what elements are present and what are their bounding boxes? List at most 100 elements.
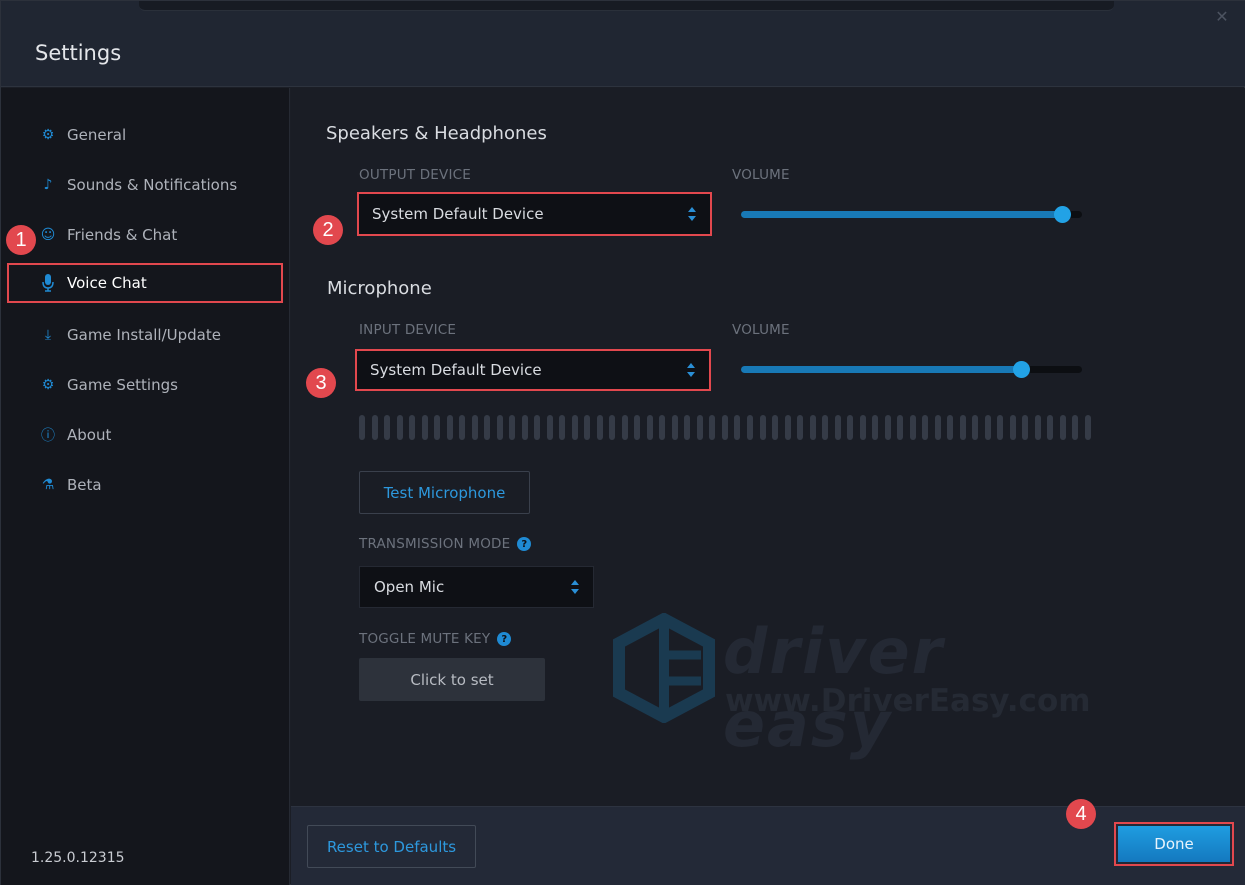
meter-bar <box>434 415 441 440</box>
slider-fill <box>741 366 1021 373</box>
meter-bar <box>1072 415 1079 440</box>
meter-bar <box>822 415 829 440</box>
meter-bar <box>797 415 804 440</box>
meter-bar <box>834 415 841 440</box>
title-bar: Settings ✕ <box>1 1 1245 87</box>
watermark-url: www.DriverEasy.com <box>725 683 1091 719</box>
sidebar: ⚙ General ♪ Sounds & Notifications ☺ Fri… <box>1 88 290 885</box>
meter-bar <box>471 415 478 440</box>
meter-bar <box>1022 415 1029 440</box>
meter-bar <box>559 415 566 440</box>
step-badge-3: 3 <box>306 368 336 398</box>
microphone-icon <box>39 274 57 292</box>
transmission-mode-text: TRANSMISSION MODE <box>359 536 511 552</box>
sidebar-item-beta[interactable]: ⚗ Beta <box>7 465 283 505</box>
speaker-volume-label: VOLUME <box>732 167 790 183</box>
meter-bar <box>571 415 578 440</box>
sidebar-item-friends-chat[interactable]: ☺ Friends & Chat <box>7 215 283 255</box>
meter-bar <box>359 415 365 440</box>
meter-bar <box>884 415 891 440</box>
mic-volume-label: VOLUME <box>732 322 790 338</box>
sidebar-item-about[interactable]: ⓘ About <box>7 415 283 455</box>
sidebar-item-label: Sounds & Notifications <box>67 176 238 194</box>
step-badge-1: 1 <box>6 225 36 255</box>
sidebar-item-label: About <box>67 426 112 444</box>
meter-bar <box>997 415 1004 440</box>
speakers-section-title: Speakers & Headphones <box>326 123 547 144</box>
slider-thumb[interactable] <box>1053 206 1071 223</box>
meter-bar <box>596 415 603 440</box>
sidebar-item-label: Voice Chat <box>67 274 147 292</box>
meter-bar <box>909 415 916 440</box>
meter-bar <box>847 415 854 440</box>
output-device-select[interactable]: System Default Device <box>357 192 712 236</box>
sidebar-item-label: Game Settings <box>67 376 178 394</box>
meter-bar <box>609 415 616 440</box>
mic-volume-slider[interactable] <box>741 361 1082 378</box>
sounds-notifications-icon: ♪ <box>43 177 53 193</box>
step-badge-2: 2 <box>313 215 343 245</box>
test-microphone-button[interactable]: Test Microphone <box>359 471 530 514</box>
meter-bar <box>409 415 416 440</box>
meter-bar <box>734 415 741 440</box>
help-icon[interactable]: ? <box>497 632 512 646</box>
meter-bar <box>721 415 728 440</box>
mic-level-meter <box>359 415 1091 440</box>
meter-bar <box>546 415 553 440</box>
meter-bar <box>521 415 528 440</box>
slider-thumb[interactable] <box>1012 361 1030 378</box>
sidebar-item-label: Game Install/Update <box>67 326 221 344</box>
meter-bar <box>809 415 816 440</box>
settings-window: Settings ✕ ⚙ General ♪ Sounds & Notifica… <box>0 0 1245 885</box>
transmission-mode-select[interactable]: Open Mic <box>359 566 594 608</box>
step-badge-4: 4 <box>1066 799 1096 829</box>
meter-bar <box>1084 415 1091 440</box>
sidebar-item-general[interactable]: ⚙ General <box>7 115 283 155</box>
meter-bar <box>534 415 541 440</box>
sidebar-item-sounds-notifications[interactable]: ♪ Sounds & Notifications <box>7 165 283 205</box>
sidebar-item-game-install-update[interactable]: ⤓ Game Install/Update <box>7 315 283 355</box>
transmission-mode-label: TRANSMISSION MODE? <box>359 536 532 552</box>
meter-bar <box>421 415 428 440</box>
meter-bar <box>384 415 391 440</box>
input-device-select[interactable]: System Default Device <box>355 349 711 391</box>
game-settings-icon: ⚙ <box>41 377 55 393</box>
info-icon: ⓘ <box>41 428 55 444</box>
meter-bar <box>509 415 516 440</box>
speaker-volume-slider[interactable] <box>741 206 1082 223</box>
meter-bar <box>984 415 991 440</box>
version-label: 1.25.0.12315 <box>31 850 125 866</box>
output-device-label: OUTPUT DEVICE <box>359 167 472 183</box>
meter-bar <box>746 415 753 440</box>
meter-bar <box>1009 415 1016 440</box>
meter-bar <box>959 415 966 440</box>
meter-bar <box>872 415 879 440</box>
reset-to-defaults-button[interactable]: Reset to Defaults <box>307 825 476 868</box>
meter-bar <box>772 415 779 440</box>
sidebar-item-label: General <box>67 126 127 144</box>
meter-bar <box>621 415 628 440</box>
transmission-mode-value: Open Mic <box>374 578 445 596</box>
meter-bar <box>659 415 666 440</box>
meter-bar <box>784 415 791 440</box>
set-mute-key-button[interactable]: Click to set <box>359 658 545 701</box>
select-arrows-icon <box>688 207 696 221</box>
meter-bar <box>446 415 453 440</box>
meter-bar <box>1059 415 1066 440</box>
input-device-label: INPUT DEVICE <box>359 322 457 338</box>
meter-bar <box>1047 415 1054 440</box>
sidebar-item-game-settings[interactable]: ⚙ Game Settings <box>7 365 283 405</box>
help-icon[interactable]: ? <box>517 537 532 551</box>
meter-bar <box>484 415 491 440</box>
title-tabstrip <box>139 1 1114 11</box>
meter-bar <box>396 415 403 440</box>
meter-bar <box>859 415 866 440</box>
meter-bar <box>972 415 979 440</box>
sidebar-item-voice-chat[interactable]: Voice Chat <box>7 263 283 303</box>
sidebar-item-label: Beta <box>67 476 102 494</box>
close-icon[interactable]: ✕ <box>1214 9 1230 25</box>
friends-chat-icon: ☺ <box>40 227 56 243</box>
meter-bar <box>934 415 941 440</box>
done-button[interactable]: Done <box>1114 822 1234 866</box>
meter-bar <box>696 415 703 440</box>
